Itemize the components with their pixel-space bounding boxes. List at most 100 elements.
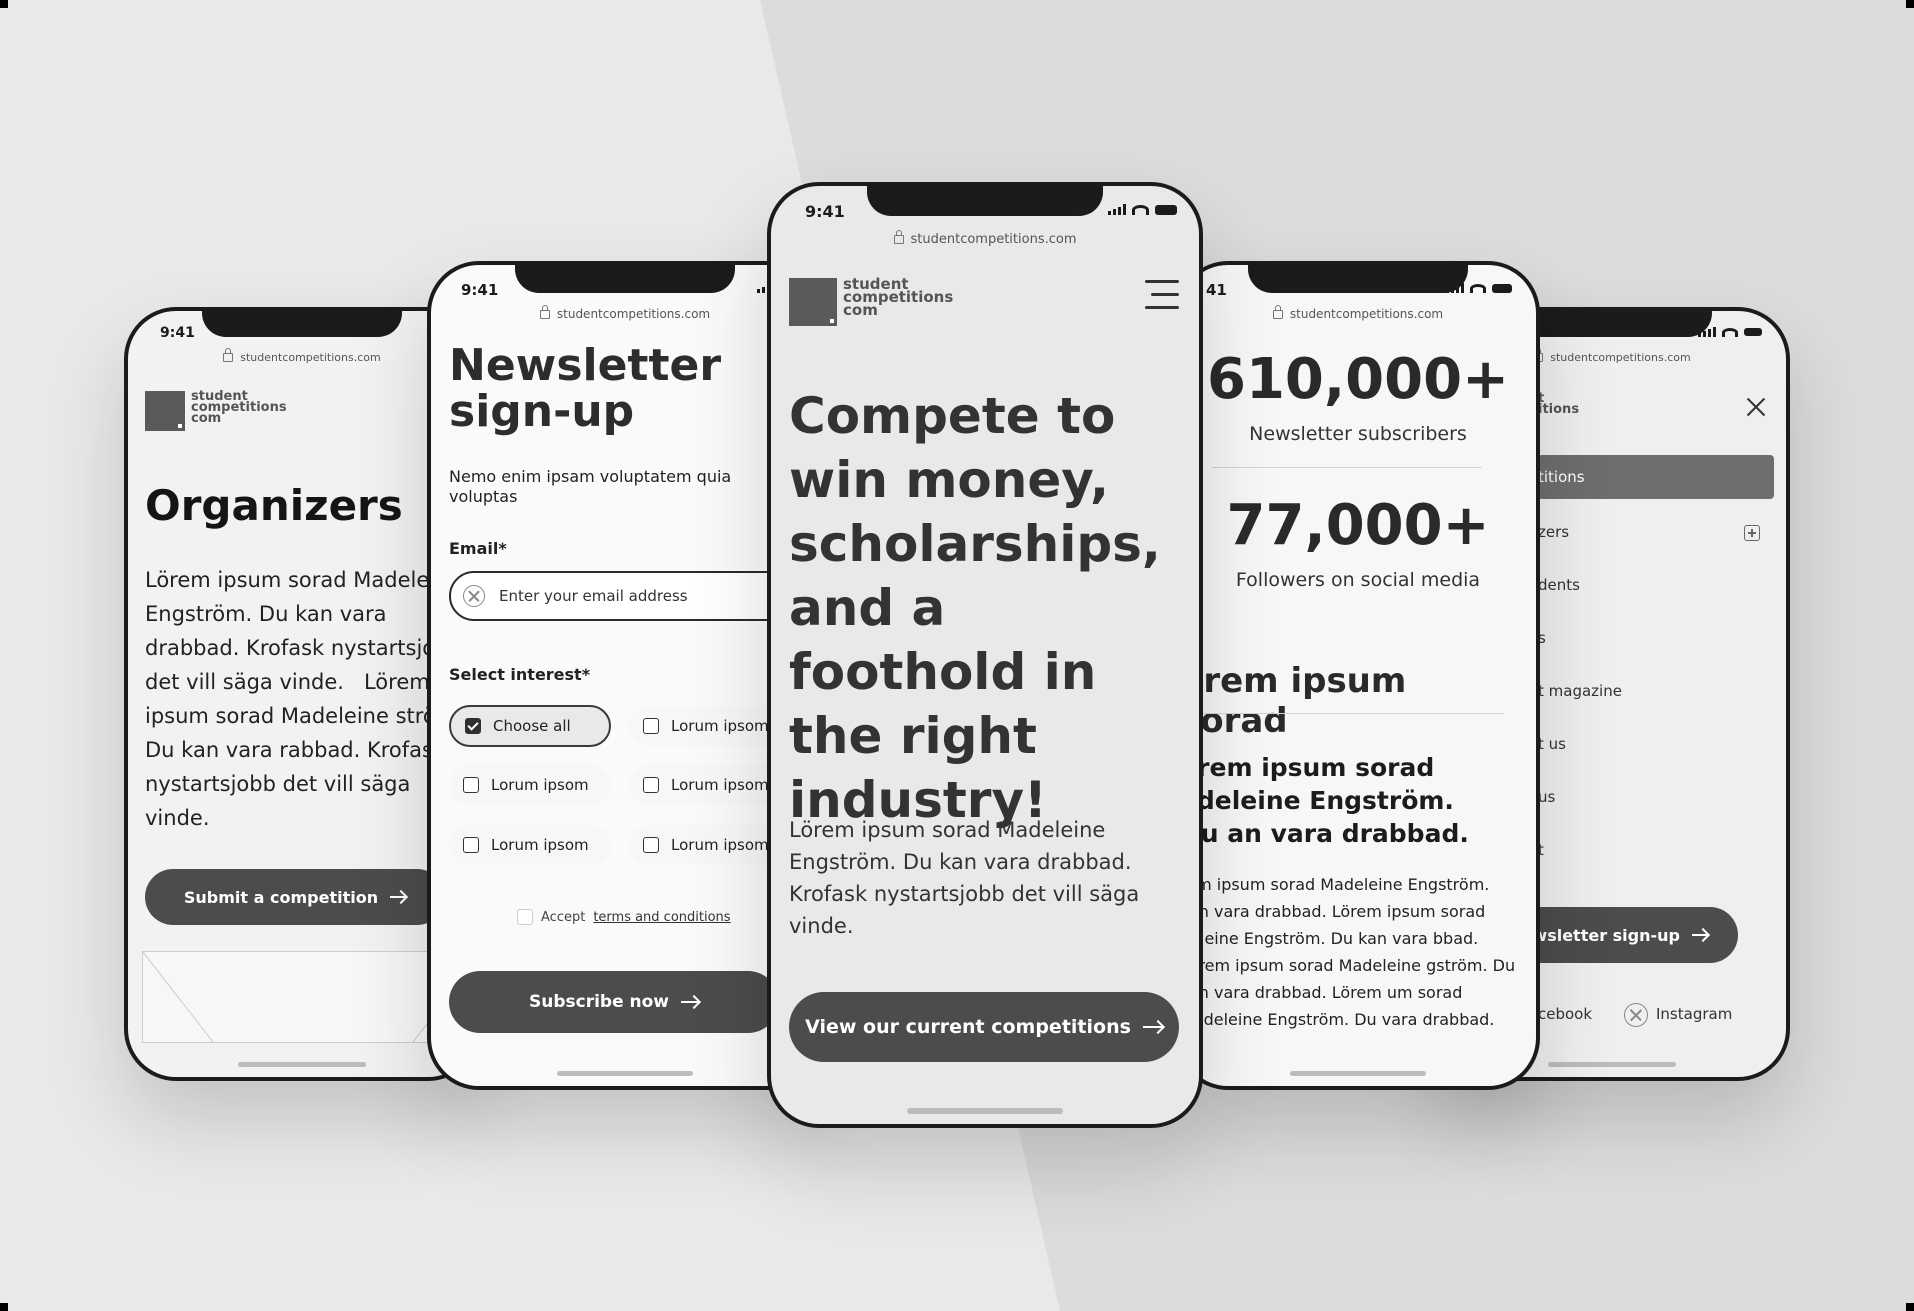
terms-checkbox[interactable] xyxy=(517,909,533,925)
address-bar[interactable]: studentcompetitions.com xyxy=(128,348,476,364)
arrow-right-icon xyxy=(1142,1026,1163,1028)
page-title: Organizers xyxy=(145,481,403,530)
option-label: Lorum ipsom xyxy=(671,776,769,794)
home-indicator xyxy=(1548,1062,1676,1067)
interest-option-2[interactable]: Lorum ipsom xyxy=(449,765,611,805)
site-logo[interactable]: student competitions com xyxy=(145,390,287,431)
newsletter-subtitle: Nemo enim ipsam voluptatem quia voluptas xyxy=(449,467,732,506)
lock-icon xyxy=(1272,304,1283,319)
section-heading: örem ipsum sorad xyxy=(1180,661,1407,741)
wifi-icon xyxy=(1470,283,1486,293)
menu-icon[interactable] xyxy=(1145,280,1179,310)
site-logo[interactable]: student competitions com xyxy=(789,277,953,326)
stat-followers-label: Followers on social media xyxy=(1235,569,1481,591)
menu-item-label: titions xyxy=(1538,468,1585,486)
status-time: 9:41 xyxy=(805,202,845,221)
address-bar[interactable]: studentcompetitions.com xyxy=(1180,304,1536,321)
image-placeholder xyxy=(142,951,476,1043)
checkbox-icon xyxy=(463,837,479,853)
instagram-link[interactable]: Instagram xyxy=(1656,1005,1732,1023)
battery-icon xyxy=(1155,204,1177,215)
status-time-partial: 41 xyxy=(1206,281,1227,299)
submit-competition-button[interactable]: Submit a competition xyxy=(145,869,445,925)
checkbox-icon xyxy=(643,718,659,734)
phone-home: 9:41 studentcompetitions.com student com… xyxy=(767,182,1203,1128)
expand-icon[interactable] xyxy=(1744,525,1760,541)
hero-body: Lörem ipsum sorad Madeleine Engström. Du… xyxy=(789,818,1140,938)
choose-all-checkbox[interactable]: Choose all xyxy=(449,705,611,747)
signal-icon xyxy=(1446,283,1464,293)
email-placeholder: Enter your email address xyxy=(499,587,688,605)
battery-icon xyxy=(1492,283,1512,293)
newsletter-signup-button[interactable]: wsletter sign-up xyxy=(1508,907,1738,963)
email-field[interactable]: Enter your email address xyxy=(449,571,819,621)
home-indicator xyxy=(557,1071,693,1076)
stat-followers-value: 77,000+ xyxy=(1226,493,1490,558)
accept-text: Accept xyxy=(541,909,586,925)
arrow-right-icon xyxy=(1692,934,1708,936)
phone-newsletter: 9:41 studentcompetitions.com Newsletter … xyxy=(427,261,823,1090)
signal-icon xyxy=(1108,204,1126,215)
menu-item-contact-us[interactable]: us xyxy=(1538,788,1555,806)
stat-divider xyxy=(1212,467,1482,468)
section-body: rem ipsum sorad Madeleine Engström. kan … xyxy=(1180,875,1516,1029)
signal-icon xyxy=(1698,327,1716,337)
status-icons xyxy=(1446,283,1512,293)
option-label: Lorum ipsom xyxy=(491,776,589,794)
option-label: Lorum ipsom xyxy=(491,836,589,854)
menu-item-magazine[interactable]: t magazine xyxy=(1538,682,1622,700)
home-indicator xyxy=(907,1108,1063,1114)
menu-item-competitions-active[interactable]: titions xyxy=(1538,455,1774,499)
checkbox-icon xyxy=(643,777,659,793)
corner-mark xyxy=(0,1303,8,1311)
checkbox-checked-icon xyxy=(465,718,481,734)
status-time: 9:41 xyxy=(160,325,195,341)
status-icons xyxy=(1698,327,1762,337)
email-label: Email* xyxy=(449,539,507,558)
url-text: studentcompetitions.com xyxy=(1550,351,1691,364)
close-icon[interactable] xyxy=(1744,395,1768,419)
lock-icon xyxy=(223,348,234,362)
option-label: Lorum ipsom xyxy=(671,836,769,854)
view-competitions-label: View our current competitions xyxy=(805,1016,1131,1038)
section-subheading: örem ipsum sorad adeleine Engström. Du a… xyxy=(1180,753,1469,848)
interest-option-4[interactable]: Lorum ipsom xyxy=(449,825,611,865)
interest-label: Select interest* xyxy=(449,665,591,684)
logo-partial-line2: itions xyxy=(1538,402,1580,418)
terms-row: Accept terms and conditions xyxy=(517,909,731,925)
address-bar[interactable]: studentcompetitions.com xyxy=(431,304,819,321)
url-text: studentcompetitions.com xyxy=(910,232,1077,247)
organizers-body: Lörem ipsum sorad Madeleine Engström. Du… xyxy=(145,568,463,830)
subscribe-button[interactable]: Subscribe now xyxy=(449,971,779,1033)
wifi-icon xyxy=(1132,204,1149,215)
menu-item-about-us[interactable]: t us xyxy=(1538,735,1566,753)
submit-competition-label: Submit a competition xyxy=(183,887,379,907)
url-text: studentcompetitions.com xyxy=(556,307,711,321)
url-text: studentcompetitions.com xyxy=(240,351,381,364)
subscribe-label: Subscribe now xyxy=(528,992,670,1012)
site-logo-partial[interactable]: t itions xyxy=(1538,392,1580,418)
arrow-right-icon xyxy=(681,1001,700,1003)
corner-mark xyxy=(1906,1303,1914,1311)
status-icons xyxy=(1108,204,1177,215)
home-indicator xyxy=(238,1062,366,1067)
menu-item-students[interactable]: dents xyxy=(1538,576,1580,594)
wifi-icon xyxy=(1722,327,1738,337)
option-label: Lorum ipsom xyxy=(671,717,769,735)
address-bar[interactable]: studentcompetitions.com xyxy=(771,230,1199,247)
logo-mark xyxy=(789,278,837,326)
section-divider xyxy=(1180,713,1504,714)
clear-icon[interactable] xyxy=(463,585,485,607)
lock-icon xyxy=(893,230,904,244)
terms-link[interactable]: terms and conditions xyxy=(593,910,730,925)
url-text: studentcompetitions.com xyxy=(1289,307,1444,321)
facebook-link[interactable]: cebook xyxy=(1538,1005,1592,1023)
view-competitions-button[interactable]: View our current competitions xyxy=(789,992,1179,1062)
checkbox-icon xyxy=(643,837,659,853)
arrow-right-icon xyxy=(390,896,407,898)
corner-mark xyxy=(0,0,8,8)
stat-subscribers-value: 610,000+ xyxy=(1207,347,1509,412)
menu-item-organizers[interactable]: zers xyxy=(1538,523,1569,541)
hero-headline: Compete to win money, scholarships, and … xyxy=(789,387,1161,829)
lock-icon xyxy=(539,304,550,319)
